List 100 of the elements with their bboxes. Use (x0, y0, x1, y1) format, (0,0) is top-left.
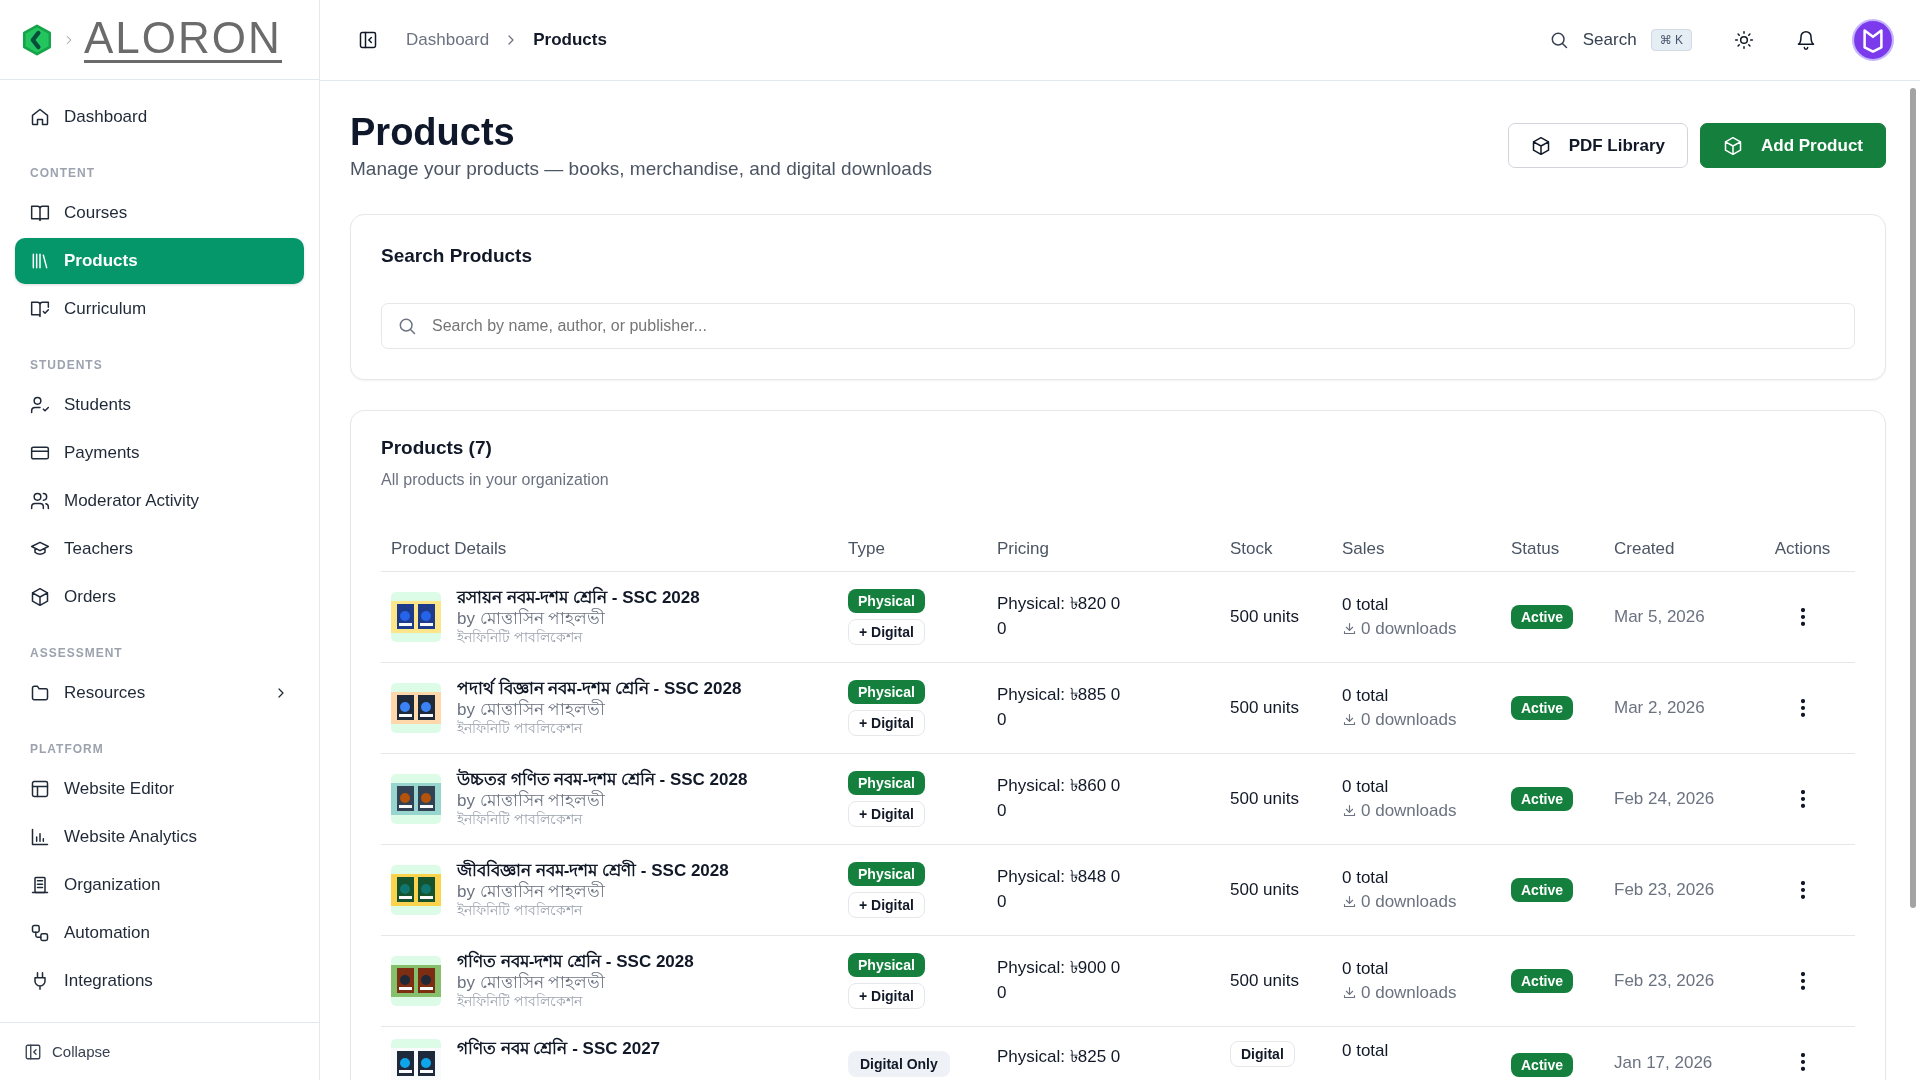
column-header: Type (838, 539, 987, 572)
product-publisher: ইনফিনিটি পাবলিকেশন (457, 811, 584, 828)
product-title[interactable]: জীববিজ্ঞান নবম-দশম শ্রেণী - SSC 2028 (457, 861, 729, 882)
user-check-icon (30, 395, 50, 415)
type-badge: Physical (848, 680, 925, 704)
sidebar-item[interactable]: Website Analytics (15, 814, 304, 860)
nodes-icon (30, 923, 50, 943)
sidebar-toggle-icon (24, 1042, 42, 1061)
type-badge: Physical (848, 862, 925, 886)
type-badge: Digital Only (848, 1051, 950, 1077)
created-date: Mar 5, 2026 (1614, 607, 1705, 627)
search-field[interactable]: Search by name, author, or publisher... (381, 303, 1855, 349)
created-date: Mar 2, 2026 (1614, 698, 1705, 718)
type-badge: + Digital (848, 983, 925, 1009)
sidebar-item[interactable]: Orders (15, 574, 304, 620)
sales-total: 0 total (1342, 1040, 1389, 1062)
type-badge: + Digital (848, 619, 925, 645)
logo-icon (20, 22, 54, 57)
status-badge: Active (1511, 696, 1574, 720)
more-icon (1800, 881, 1805, 899)
section-heading: CONTENT (29, 165, 96, 182)
downloads-count: 0 downloads (1361, 618, 1457, 640)
product-title[interactable]: গণিত নবম-দশম শ্রেনি - SSC 2028 (457, 952, 694, 973)
status-badge: Active (1511, 787, 1574, 811)
sidebar-item[interactable]: Products (15, 238, 304, 284)
card-subtitle: All products in your organization (381, 471, 610, 489)
sidebar-item[interactable]: Resources (15, 670, 304, 716)
stock-text: 500 units (1230, 607, 1299, 627)
product-author: by মোত্তাসিন পাহলভী (457, 972, 607, 993)
search-button[interactable]: Search ⌘ K (1542, 28, 1698, 52)
sidebar-item[interactable]: Payments (15, 430, 304, 476)
product-publisher: ইনফিনিটি পাবলিকেশন (457, 629, 584, 646)
building-icon (30, 875, 50, 895)
more-icon (1800, 1053, 1805, 1071)
sidebar-item[interactable]: Organization (15, 862, 304, 908)
add-product-button[interactable]: Add Product (1700, 123, 1886, 168)
product-author: by মোত্তাসিন পাহলভী (457, 699, 607, 720)
downloads-count: 0 downloads (1361, 982, 1457, 1004)
sidebar-item[interactable]: Teachers (15, 526, 304, 572)
created-date: Jan 17, 2026 (1614, 1052, 1713, 1073)
section-heading: STUDENTS (29, 357, 104, 374)
created-date: Feb 24, 2026 (1614, 789, 1715, 809)
product-title[interactable]: গণিত নবম শ্রেনি - SSC 2027 (457, 1039, 661, 1060)
sales-total: 0 total (1342, 594, 1389, 617)
sidebar-item[interactable]: Students (15, 382, 304, 428)
column-header: Created (1604, 539, 1750, 572)
stock-text: 500 units (1230, 880, 1299, 900)
column-header: Product Details (381, 539, 838, 572)
sidebar-item[interactable]: Dashboard (15, 94, 304, 140)
book-icon (30, 203, 50, 223)
pdf-library-button[interactable]: PDF Library (1507, 123, 1688, 168)
status-badge: Active (1511, 605, 1574, 629)
column-header: Pricing (987, 539, 1220, 572)
type-badge: Physical (848, 589, 925, 613)
sidebar-item[interactable]: Website Editor (15, 766, 304, 812)
type-badge: Physical (848, 953, 925, 977)
download-icon (1342, 621, 1357, 637)
avatar[interactable] (1852, 19, 1894, 61)
product-author: by মোত্তাসিন পাহলভী (457, 790, 607, 811)
bar-chart-icon (30, 827, 50, 847)
sales-total: 0 total (1342, 867, 1389, 890)
product-title[interactable]: রসায়ন নবম-দশম শ্রেনি - SSC 2028 (457, 588, 700, 609)
type-badge: + Digital (848, 892, 925, 918)
product-author: by মোত্তাসিন পাহলভী (457, 608, 607, 629)
sidebar-item[interactable]: Curriculum (15, 286, 304, 332)
price-text: Physical: ৳825 0 (997, 1046, 1122, 1068)
folder-icon (30, 683, 50, 703)
product-title[interactable]: পদার্থ বিজ্ঞান নবম-দশম শ্রেনি - SSC 2028 (457, 679, 742, 700)
sidebar-item[interactable]: Automation (15, 910, 304, 956)
download-icon (1342, 712, 1357, 728)
more-icon (1800, 972, 1805, 990)
sidebar-item[interactable]: Integrations (15, 958, 304, 1004)
bell-icon (1796, 30, 1816, 50)
product-publisher: ইনফিনিটি পাবলিকেশন (457, 720, 584, 737)
section-heading: PLATFORM (29, 741, 105, 758)
sidebar-item[interactable]: Courses (15, 190, 304, 236)
card-title: Search Products (381, 245, 533, 267)
status-badge: Active (1511, 878, 1574, 902)
type-badge: + Digital (848, 801, 925, 827)
collapse-button[interactable]: Collapse (24, 1042, 111, 1061)
downloads-count: 0 downloads (1361, 709, 1457, 731)
users-icon (30, 491, 50, 511)
sidebar-toggle-icon (358, 30, 378, 50)
download-icon (1342, 803, 1357, 819)
product-title[interactable]: উচ্চতর গণিত নবম-দশম শ্রেনি - SSC 2028 (457, 770, 748, 791)
breadcrumb-current[interactable]: Products (533, 30, 607, 50)
price-text: Physical: ৳848 0 0 (997, 866, 1122, 913)
search-icon (397, 316, 417, 336)
product-author: by মোত্তাসিন পাহলভী (457, 881, 607, 902)
column-header: Actions (1750, 539, 1855, 572)
layout-icon (30, 779, 50, 799)
price-text: Physical: ৳900 0 0 (997, 957, 1122, 1004)
package-icon (30, 587, 50, 607)
price-text: Physical: ৳820 0 0 (997, 593, 1122, 640)
type-badge: + Digital (848, 710, 925, 736)
breadcrumb-link[interactable]: Dashboard (406, 30, 490, 50)
column-header: Stock (1220, 539, 1332, 572)
book-check-icon (30, 299, 50, 319)
sidebar-item[interactable]: Moderator Activity (15, 478, 304, 524)
package-icon (1723, 135, 1743, 156)
